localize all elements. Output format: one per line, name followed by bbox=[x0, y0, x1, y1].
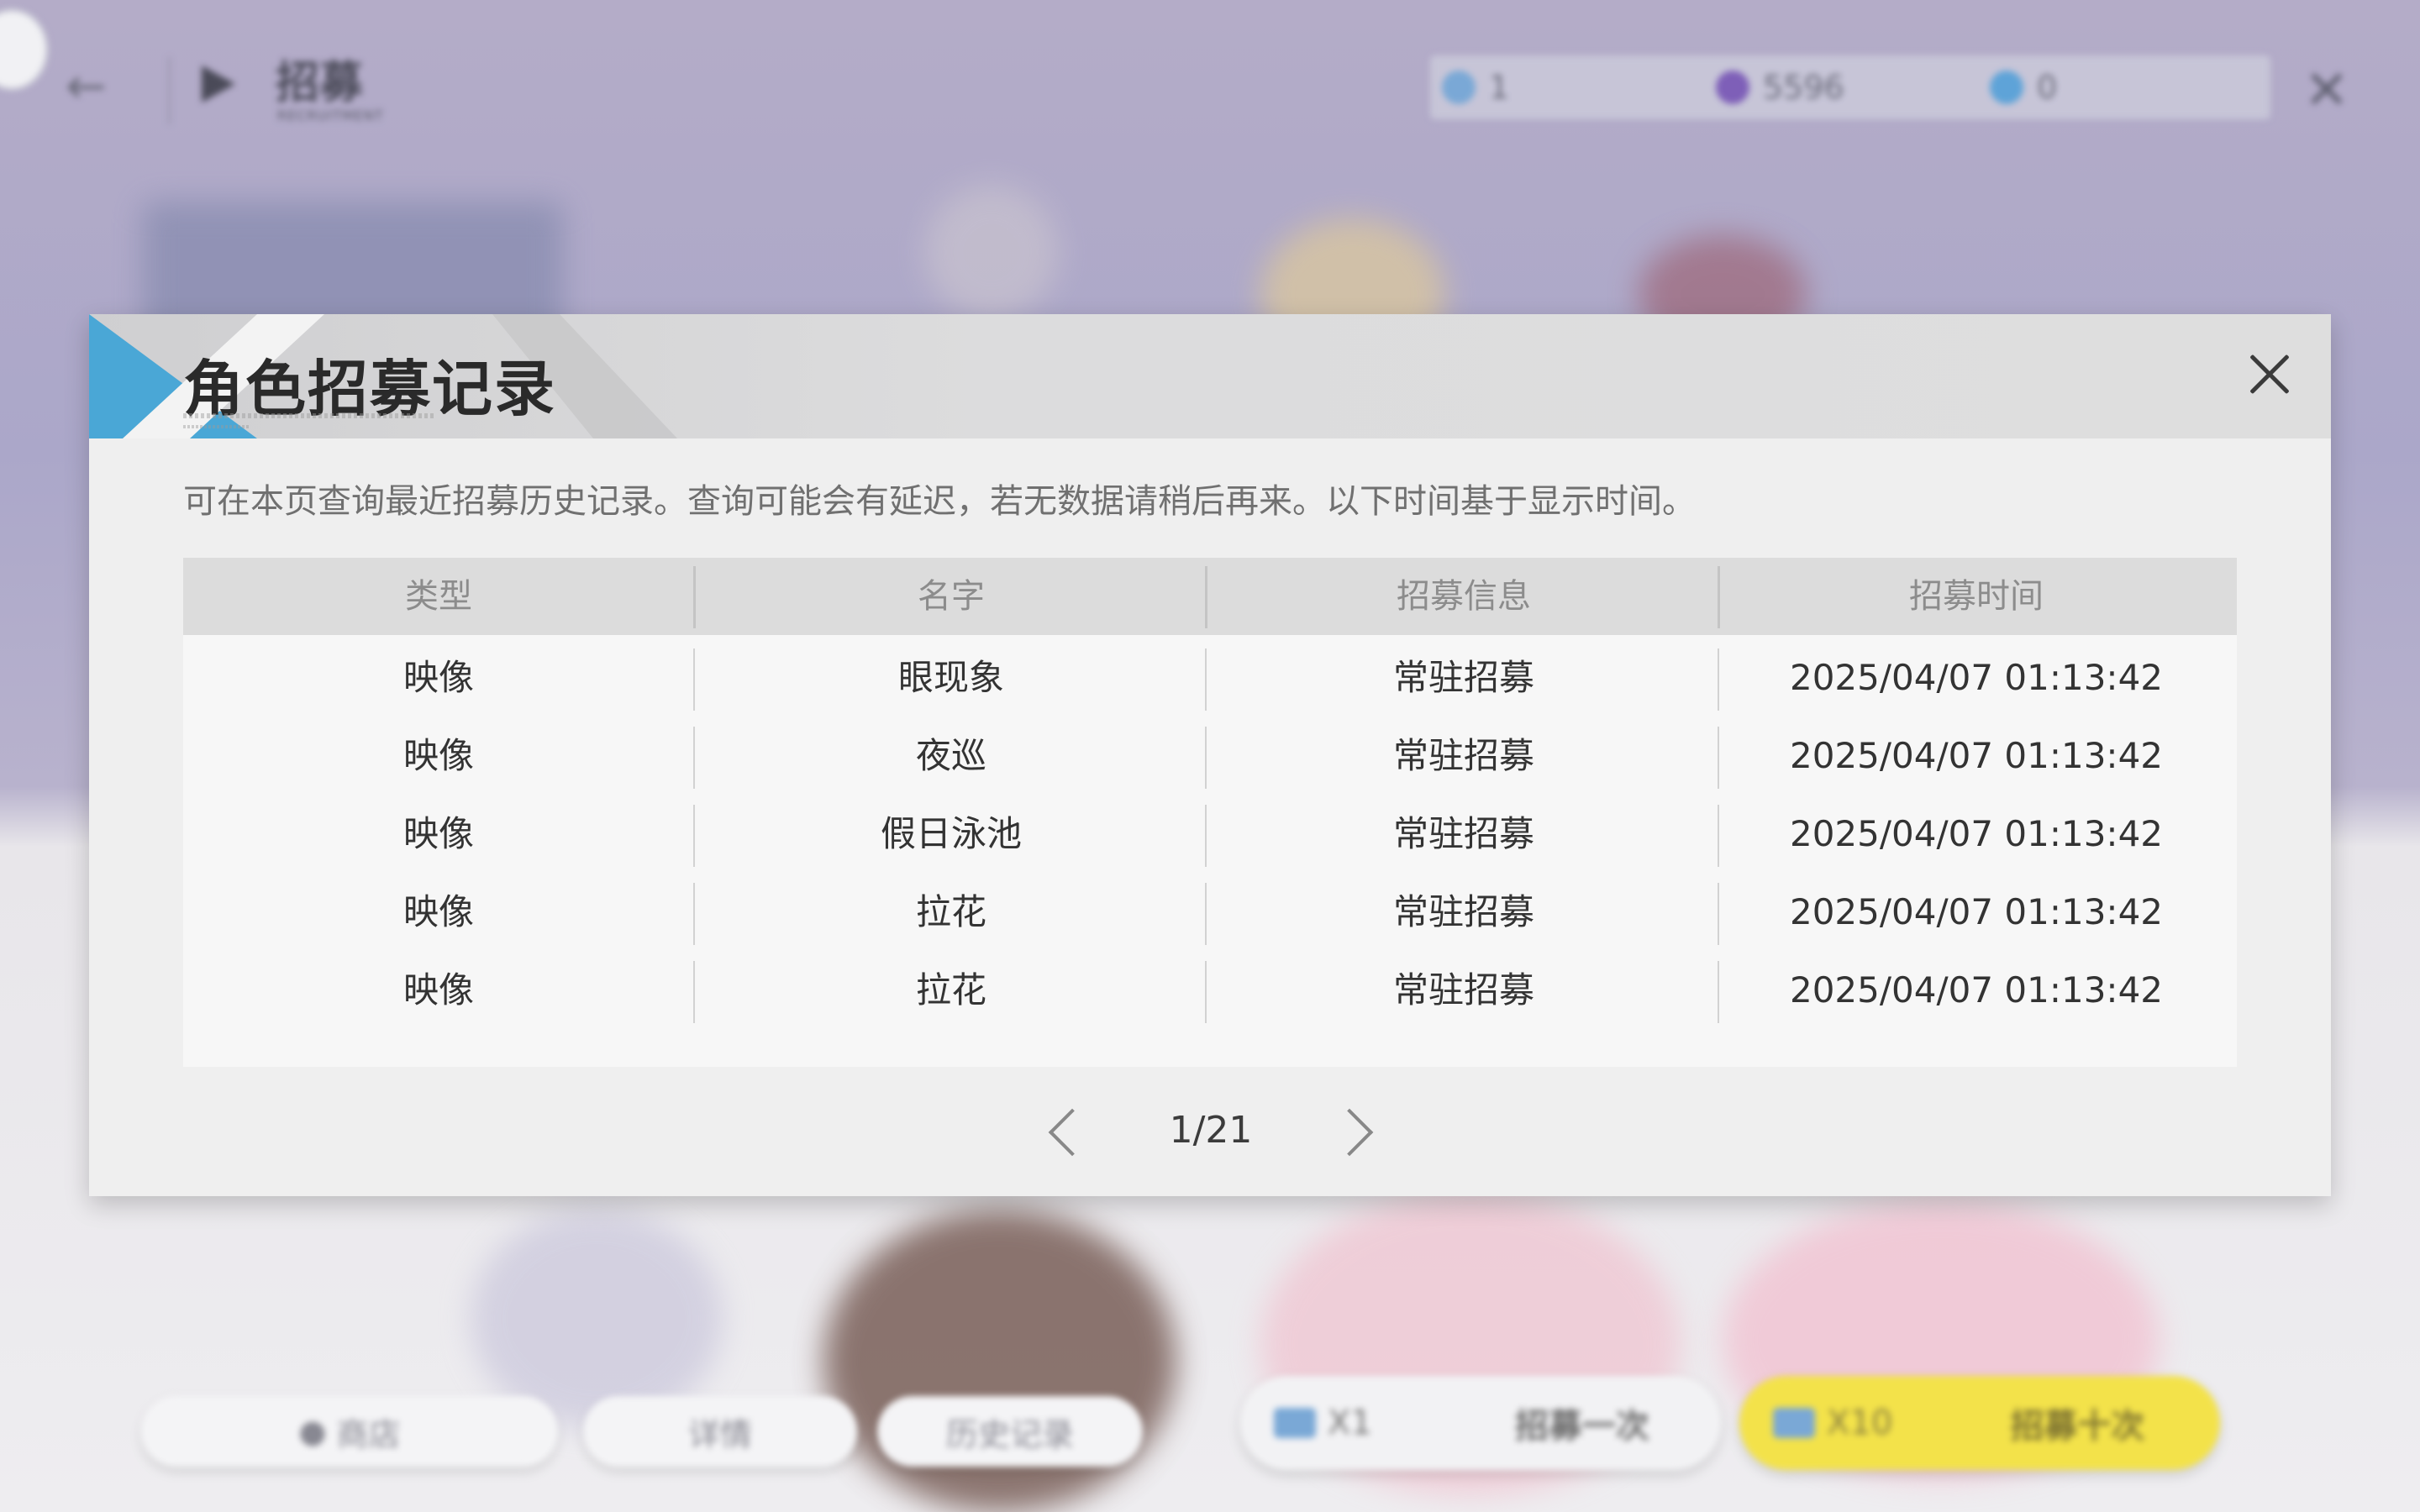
recruit-history-dialog: 角色招募记录 可在本页查询最近招募历史记录。查询可能会有延迟，若无数据请稍后再来… bbox=[89, 314, 2331, 1196]
background-art-character bbox=[924, 185, 1059, 319]
column-header-time: 招募时间 bbox=[1909, 577, 2044, 616]
table-row: 映像 眼现象 常驻招募 2025/04/07 01:13:42 bbox=[183, 638, 2237, 717]
table-row: 映像 夜巡 常驻招募 2025/04/07 01:13:42 bbox=[183, 717, 2237, 795]
column-divider bbox=[1205, 727, 1207, 789]
cell-time: 2025/04/07 01:13:42 bbox=[1789, 735, 2164, 776]
dialog-header: 角色招募记录 bbox=[89, 314, 2331, 438]
dialog-description: 可在本页查询最近招募历史记录。查询可能会有延迟，若无数据请稍后再来。以下时间基于… bbox=[183, 482, 1696, 521]
pagination: 1/21 bbox=[89, 1100, 2331, 1168]
play-arrow-icon bbox=[202, 66, 235, 102]
column-divider bbox=[693, 961, 695, 1023]
table-header: 类型 名字 招募信息 招募时间 bbox=[183, 558, 2237, 635]
cell-name: 假日泳池 bbox=[880, 813, 1022, 854]
cell-time: 2025/04/07 01:13:42 bbox=[1789, 969, 2164, 1011]
cell-info: 常驻招募 bbox=[1392, 657, 1534, 698]
ticket-icon bbox=[1442, 71, 1476, 104]
cell-time: 2025/04/07 01:13:42 bbox=[1789, 657, 2164, 698]
shop-icon: ● bbox=[298, 1413, 327, 1450]
history-button[interactable]: 历史记录 bbox=[877, 1396, 1143, 1467]
column-divider bbox=[1718, 961, 1719, 1023]
chevron-right-icon[interactable] bbox=[1325, 1108, 1374, 1157]
page-subtitle: RECRUITMENT bbox=[277, 108, 384, 123]
title-decoration bbox=[183, 413, 435, 418]
shop-button[interactable]: ● 商店 bbox=[141, 1396, 558, 1467]
column-divider bbox=[1718, 883, 1719, 945]
cell-info: 常驻招募 bbox=[1392, 813, 1534, 854]
column-divider bbox=[1205, 883, 1207, 945]
diamond-icon bbox=[1990, 71, 2023, 104]
page-indicator: 1/21 bbox=[1169, 1109, 1253, 1152]
close-icon[interactable] bbox=[2240, 344, 2299, 403]
ticket-icon bbox=[1274, 1408, 1316, 1438]
cell-info: 常驻招募 bbox=[1392, 969, 1534, 1011]
cell-name: 拉花 bbox=[915, 891, 986, 932]
table-row: 映像 假日泳池 常驻招募 2025/04/07 01:13:42 bbox=[183, 795, 2237, 873]
currency-value: 0 bbox=[2037, 69, 2058, 106]
recruit-ten-button[interactable]: X10 招募十次 bbox=[1739, 1376, 2220, 1470]
currency-value: 1 bbox=[1489, 69, 1510, 106]
cell-type: 映像 bbox=[402, 891, 474, 932]
column-divider bbox=[1205, 566, 1207, 628]
currency-bar: 1 5596 0 bbox=[1430, 55, 2270, 119]
column-divider bbox=[1205, 648, 1207, 711]
crystal-icon bbox=[1716, 71, 1749, 104]
column-divider bbox=[1718, 566, 1720, 628]
column-header-name: 名字 bbox=[918, 577, 985, 616]
column-header-type: 类型 bbox=[405, 577, 472, 616]
column-divider bbox=[1718, 805, 1719, 867]
recruit-once-button[interactable]: X1 招募一次 bbox=[1240, 1376, 1721, 1470]
ticket-icon bbox=[1773, 1408, 1815, 1438]
cell-time: 2025/04/07 01:13:42 bbox=[1789, 813, 2164, 854]
column-header-info: 招募信息 bbox=[1397, 577, 1531, 616]
page-title: 招募 bbox=[276, 58, 364, 108]
cell-name: 拉花 bbox=[915, 969, 986, 1011]
column-divider bbox=[1718, 727, 1719, 789]
cell-name: 夜巡 bbox=[915, 735, 986, 776]
cell-info: 常驻招募 bbox=[1392, 891, 1534, 932]
currency-crystal[interactable]: 5596 bbox=[1716, 69, 1844, 106]
cell-time: 2025/04/07 01:13:42 bbox=[1789, 891, 2164, 932]
chevron-left-icon[interactable] bbox=[1048, 1108, 1097, 1157]
details-button[interactable]: 详情 bbox=[583, 1396, 857, 1467]
column-divider bbox=[1205, 961, 1207, 1023]
currency-ticket[interactable]: 1 bbox=[1442, 69, 1510, 106]
currency-value: 5596 bbox=[1763, 69, 1844, 106]
cell-name: 眼现象 bbox=[897, 657, 1004, 698]
close-icon[interactable]: ✕ bbox=[2304, 64, 2349, 118]
column-divider bbox=[693, 727, 695, 789]
back-arrow-icon[interactable]: ← bbox=[66, 60, 116, 111]
column-divider bbox=[693, 805, 695, 867]
cell-type: 映像 bbox=[402, 813, 474, 854]
history-table: 类型 名字 招募信息 招募时间 映像 眼现象 常驻招募 2025/04/07 0… bbox=[183, 558, 2237, 1067]
column-divider bbox=[1205, 805, 1207, 867]
cell-type: 映像 bbox=[402, 735, 474, 776]
currency-diamond[interactable]: 0 bbox=[1990, 69, 2058, 106]
cell-type: 映像 bbox=[402, 969, 474, 1011]
column-divider bbox=[693, 883, 695, 945]
table-row: 映像 拉花 常驻招募 2025/04/07 01:13:42 bbox=[183, 873, 2237, 951]
title-decoration bbox=[183, 425, 250, 428]
column-divider bbox=[693, 648, 695, 711]
cell-info: 常驻招募 bbox=[1392, 735, 1534, 776]
divider bbox=[168, 57, 171, 124]
background-art-character bbox=[471, 1210, 723, 1428]
table-row: 映像 拉花 常驻招募 2025/04/07 01:13:42 bbox=[183, 951, 2237, 1029]
column-divider bbox=[1718, 648, 1719, 711]
background-art-character bbox=[823, 1210, 1176, 1512]
cell-type: 映像 bbox=[402, 657, 474, 698]
